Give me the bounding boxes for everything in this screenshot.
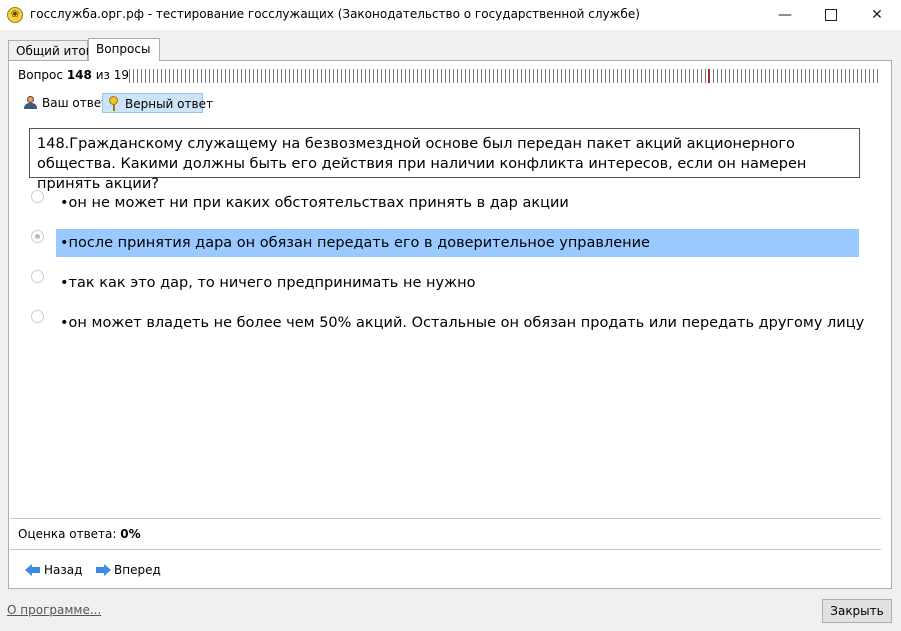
correct-answer-button[interactable]: Верный ответ bbox=[102, 93, 213, 113]
answer-text: •так как это дар, то ничего предпринимат… bbox=[60, 275, 476, 291]
answer-radio[interactable] bbox=[31, 270, 44, 283]
forward-button[interactable]: Вперед bbox=[95, 560, 161, 580]
back-button[interactable]: Назад bbox=[25, 560, 82, 580]
divider bbox=[10, 549, 881, 550]
about-link[interactable]: О программе... bbox=[7, 603, 101, 617]
close-window-button[interactable]: ✕ bbox=[854, 0, 900, 30]
answer-text: •он не может ни при каких обстоятельства… bbox=[60, 195, 569, 211]
key-icon bbox=[108, 96, 120, 111]
arrow-left-icon bbox=[25, 564, 41, 576]
maximize-icon bbox=[825, 9, 837, 21]
question-counter: Вопрос 148 из 192 bbox=[18, 68, 137, 82]
divider bbox=[10, 518, 881, 519]
current-question-number: 148 bbox=[66, 68, 92, 82]
title-bar: ❀ госслужба.орг.рф - тестирование госслу… bbox=[0, 0, 901, 30]
tab-questions[interactable]: Вопросы bbox=[88, 38, 160, 61]
score-value: 0% bbox=[120, 527, 141, 541]
questions-panel: Вопрос 148 из 192 Ваш ответ Верный ответ… bbox=[8, 60, 892, 589]
shield-logo-icon: ❀ bbox=[7, 7, 23, 23]
close-button[interactable]: Закрыть bbox=[822, 599, 892, 623]
tab-summary[interactable]: Общий итог bbox=[8, 40, 92, 60]
answer-radio[interactable] bbox=[31, 310, 44, 323]
arrow-right-icon bbox=[95, 564, 111, 576]
answer-text: •он может владеть не более чем 50% акций… bbox=[60, 315, 865, 331]
answer-option[interactable]: •он может владеть не более чем 50% акций… bbox=[29, 309, 869, 337]
answer-radio[interactable] bbox=[31, 190, 44, 203]
answer-option[interactable]: •после принятия дара он обязан передать … bbox=[29, 229, 869, 257]
minimize-button[interactable]: — bbox=[762, 0, 808, 30]
current-question-marker bbox=[708, 69, 710, 83]
window-title: госслужба.орг.рф - тестирование госслужа… bbox=[30, 7, 640, 21]
question-progress-bar[interactable] bbox=[129, 69, 881, 83]
answer-score: Оценка ответа: 0% bbox=[18, 527, 141, 541]
user-icon bbox=[24, 96, 37, 109]
answer-option[interactable]: •так как это дар, то ничего предпринимат… bbox=[29, 269, 869, 297]
question-text: 148.Гражданскому служащему на безвозмезд… bbox=[29, 128, 860, 192]
answer-radio[interactable] bbox=[31, 230, 44, 243]
maximize-button[interactable] bbox=[808, 0, 854, 30]
answer-text: •после принятия дара он обязан передать … bbox=[56, 229, 859, 257]
your-answer-button[interactable]: Ваш ответ bbox=[20, 93, 108, 113]
answer-option[interactable]: •он не может ни при каких обстоятельства… bbox=[29, 189, 869, 217]
